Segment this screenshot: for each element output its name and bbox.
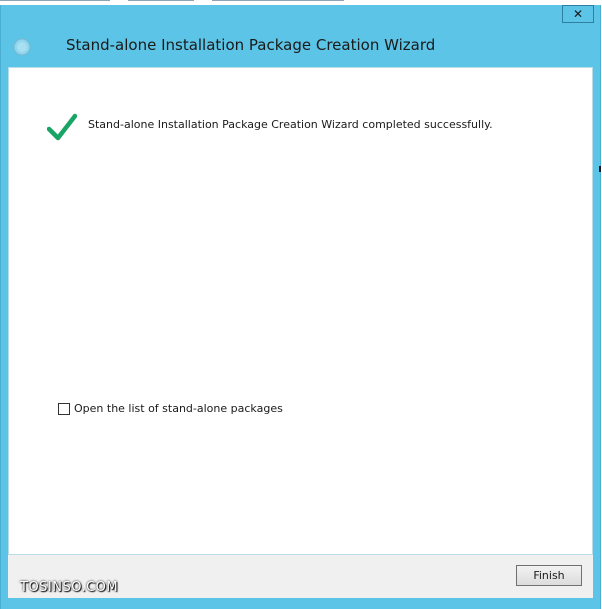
window-title: Stand-alone Installation Package Creatio… <box>66 36 436 54</box>
success-message: Stand-alone Installation Package Creatio… <box>88 118 493 131</box>
finish-button[interactable]: Finish <box>516 565 582 586</box>
open-list-checkbox[interactable] <box>58 402 70 415</box>
background-divider <box>128 0 194 1</box>
circle-icon <box>13 38 31 56</box>
background-divider <box>0 0 110 1</box>
watermark: TOSINSO.COM <box>20 580 119 595</box>
background-divider <box>212 0 344 1</box>
wizard-window: ✕ Stand-alone Installation Package Creat… <box>0 0 602 609</box>
open-list-checkbox-label[interactable]: Open the list of stand-alone packages <box>74 402 283 415</box>
open-list-checkbox-row[interactable]: Open the list of stand-alone packages <box>58 402 283 415</box>
text-cursor-mark <box>599 166 601 172</box>
checkmark-icon <box>47 113 77 141</box>
content-panel: Stand-alone Installation Package Creatio… <box>8 67 593 555</box>
close-button[interactable]: ✕ <box>562 5 594 23</box>
close-icon: ✕ <box>572 7 584 21</box>
